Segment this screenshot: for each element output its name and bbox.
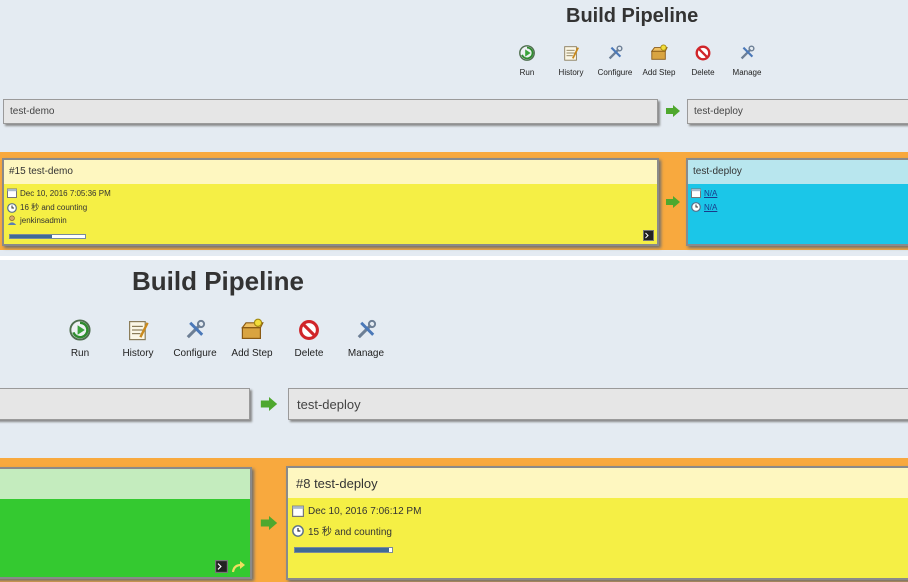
- pipeline-header-test-demo[interactable]: test-demo: [3, 99, 658, 124]
- pending-duration-line: N/A: [691, 202, 717, 212]
- delete-icon: [695, 45, 711, 61]
- configure-icon: [608, 45, 623, 60]
- add-step-label: Add Step: [642, 68, 676, 77]
- manage-button[interactable]: Manage: [728, 44, 766, 77]
- configure-icon: [186, 319, 206, 339]
- run-icon: [69, 319, 91, 341]
- delete-label: Delete: [691, 68, 715, 77]
- build-duration: 15 秒 and counting: [308, 527, 392, 538]
- clock-icon: [691, 202, 701, 212]
- manage-icon: [357, 319, 377, 339]
- console-icon[interactable]: [215, 560, 228, 573]
- configure-label: Configure: [173, 348, 217, 359]
- pipeline-header-test-demo[interactable]: [0, 388, 250, 420]
- build-card-header[interactable]: #15 test-demo: [4, 160, 657, 184]
- delete-button[interactable]: Delete: [688, 44, 718, 77]
- add-step-icon: [650, 44, 668, 60]
- pending-title[interactable]: test-deploy: [693, 166, 742, 177]
- run-icon: [519, 45, 535, 61]
- add-step-label: Add Step: [231, 348, 273, 359]
- build-title-link[interactable]: #8 test-deploy: [296, 476, 378, 491]
- configure-button[interactable]: Configure: [168, 318, 222, 359]
- pipeline-header-label: test-demo: [10, 106, 55, 117]
- build-date-line: Dec 10, 2016 7:06:12 PM: [292, 505, 421, 517]
- build-progress-fill: [10, 235, 52, 238]
- manage-label: Manage: [732, 68, 762, 77]
- build-duration: 16 秒 and counting: [20, 203, 88, 212]
- build-card-header[interactable]: #8 test-deploy: [288, 468, 908, 498]
- page-title: Build Pipeline: [566, 5, 699, 27]
- build-card-running[interactable]: #8 test-deploy Dec 10, 2016 7:06:12 PM 1…: [286, 466, 908, 580]
- pending-card-header[interactable]: test-deploy: [688, 160, 908, 184]
- calendar-icon: [691, 188, 701, 198]
- console-icon[interactable]: [643, 230, 654, 241]
- build-card-success[interactable]: [0, 467, 252, 579]
- rebuild-icon[interactable]: [232, 560, 246, 573]
- build-user-line: jenkinsadmin: [7, 215, 67, 225]
- configure-label: Configure: [597, 68, 633, 77]
- calendar-icon: [7, 188, 17, 198]
- history-label: History: [558, 68, 584, 77]
- top-pipeline-panel: Build Pipeline Run History Configure Add…: [0, 0, 908, 256]
- next-arrow-icon: [666, 196, 680, 208]
- history-button[interactable]: History: [116, 318, 160, 359]
- build-date-line: Dec 10, 2016 7:05:36 PM: [7, 188, 111, 198]
- pipeline-header-test-deploy[interactable]: test-deploy: [288, 388, 908, 420]
- history-button[interactable]: History: [554, 44, 588, 77]
- build-duration-line: 15 秒 and counting: [292, 523, 392, 538]
- build-progress-bar: [9, 234, 86, 239]
- add-step-icon: [241, 318, 264, 339]
- next-arrow-icon: [260, 397, 278, 411]
- add-step-button[interactable]: Add Step: [640, 44, 678, 77]
- build-progress-fill: [295, 548, 390, 552]
- build-card-header[interactable]: [0, 469, 250, 499]
- pipeline-header-test-deploy[interactable]: test-deploy: [687, 99, 908, 124]
- clock-icon: [7, 202, 17, 213]
- pending-date-line: N/A: [691, 188, 717, 198]
- clock-icon: [292, 524, 304, 537]
- user-icon: [7, 215, 17, 225]
- manage-label: Manage: [347, 348, 385, 359]
- build-duration-line: 16 秒 and counting: [7, 202, 87, 213]
- build-card-pending[interactable]: test-deploy N/A N/A: [686, 158, 908, 246]
- build-date: Dec 10, 2016 7:05:36 PM: [20, 188, 111, 198]
- run-label: Run: [70, 348, 90, 359]
- run-button[interactable]: Run: [60, 318, 100, 359]
- delete-button[interactable]: Delete: [288, 318, 330, 359]
- pipeline-header-label: test-deploy: [297, 397, 361, 412]
- delete-label: Delete: [294, 348, 324, 359]
- build-card-running[interactable]: #15 test-demo Dec 10, 2016 7:05:36 PM 16…: [2, 158, 659, 246]
- history-icon: [564, 46, 580, 61]
- manage-button[interactable]: Manage: [342, 318, 390, 359]
- pending-duration[interactable]: N/A: [704, 203, 717, 212]
- manage-icon: [740, 45, 755, 60]
- configure-button[interactable]: Configure: [596, 44, 634, 77]
- delete-icon: [299, 320, 319, 340]
- build-date: Dec 10, 2016 7:06:12 PM: [308, 505, 422, 517]
- build-progress-bar: [294, 547, 393, 553]
- history-icon: [129, 321, 149, 341]
- calendar-icon: [292, 505, 304, 517]
- run-label: Run: [519, 68, 535, 77]
- bottom-pipeline-panel: Build Pipeline Run History Configure Add…: [0, 260, 908, 582]
- pipeline-header-label: test-deploy: [694, 106, 743, 117]
- add-step-button[interactable]: Add Step: [226, 318, 278, 359]
- build-title-link[interactable]: #15 test-demo: [9, 166, 73, 177]
- next-arrow-icon: [666, 105, 680, 117]
- history-label: History: [122, 348, 154, 359]
- pending-date[interactable]: N/A: [704, 189, 717, 198]
- page-title: Build Pipeline: [132, 266, 304, 296]
- build-user: jenkinsadmin: [20, 215, 67, 225]
- run-button[interactable]: Run: [512, 44, 542, 77]
- next-arrow-icon: [260, 516, 278, 530]
